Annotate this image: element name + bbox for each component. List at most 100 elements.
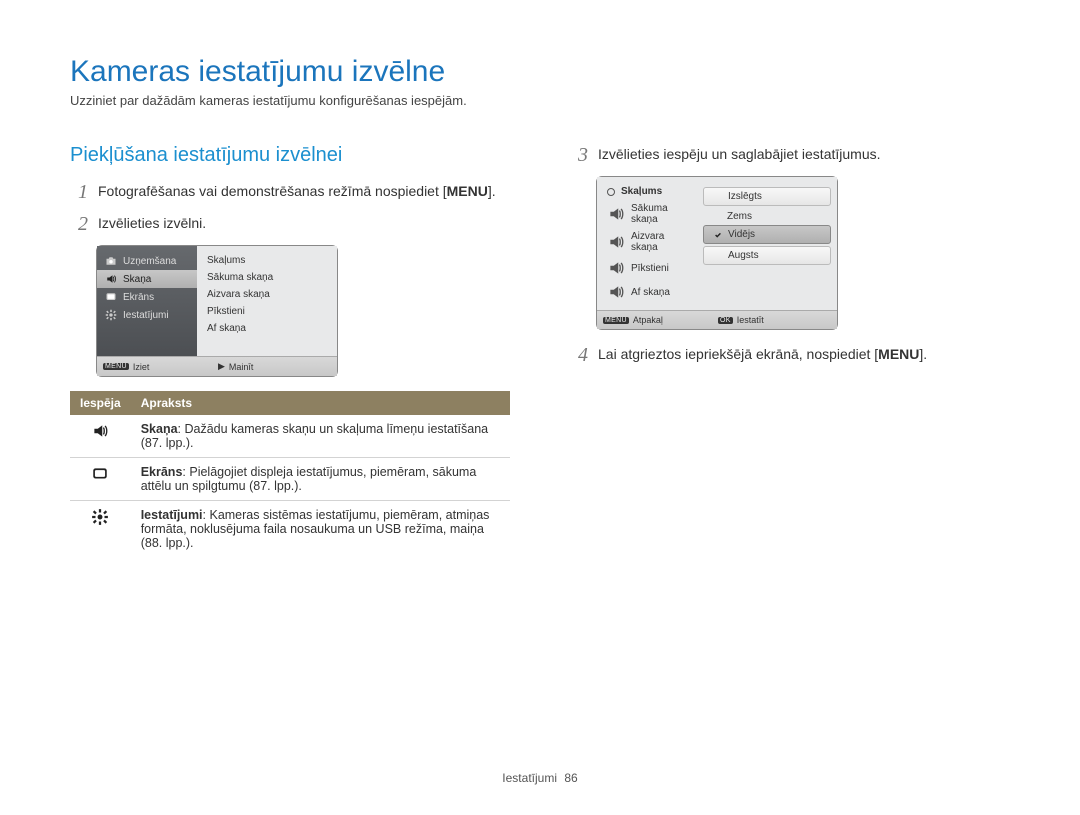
footer-page-number: 86 (564, 771, 577, 785)
table-row-desc: Iestatījumi: Kameras sistēmas iestatījum… (131, 501, 510, 558)
step-4: 4 Lai atgrieztos iepriekšējā ekrānā, nos… (570, 344, 1010, 366)
step-text: Lai atgrieztos iepriekšējā ekrānā, nospi… (598, 344, 1010, 364)
step-1-text-a: Fotografēšanas vai demonstrēšanas režīmā… (98, 183, 447, 199)
step-4-text-b: ]. (919, 346, 927, 362)
table-row-icon-cell (70, 458, 131, 501)
table-row-icon-cell (70, 501, 131, 558)
camera-right-label: Augsts (728, 250, 759, 261)
camera-right-label: Izslēgts (728, 191, 762, 202)
camera-left-item-selected: Skaņa (97, 270, 197, 288)
camera-left-item: Af skaņa (597, 280, 697, 304)
display-icon (91, 465, 109, 483)
camera-right-item: Izslēgts (703, 187, 831, 206)
sound-icon (607, 283, 625, 301)
camera-right-item: Aizvara skaņa (197, 286, 337, 303)
table-row-desc: Skaņa: Dažādu kameras skaņu un skaļuma l… (131, 415, 510, 458)
camera-right-item: Zems (703, 208, 831, 225)
camera-left-panel: Skaļums Sākuma skaņa Aizvara skaņa Pīkst… (597, 177, 697, 310)
table-row-desc: Ekrāns: Pielāgojiet displeja iestatījumu… (131, 458, 510, 501)
step-text: Izvēlieties izvēlni. (98, 213, 510, 233)
options-table-header-desc: Apraksts (131, 391, 510, 415)
sound-icon (607, 233, 625, 251)
camera-foot-ok-label: OK (718, 317, 733, 324)
camera-left-item: Aizvara skaņa (597, 228, 697, 256)
camera-right-panel: Izslēgts Zems Vidējs Augsts (697, 177, 837, 310)
camera-right-item: Augsts (703, 246, 831, 265)
page-footer: Iestatījumi 86 (0, 771, 1080, 785)
table-row-text: : Pielāgojiet displeja iestatījumus, pie… (141, 465, 477, 493)
camera-foot-exit: Iziet (133, 362, 150, 372)
camera-foot-menu-label: MENU (103, 363, 129, 370)
right-column: 3 Izvēlieties iespēju un saglabājiet ies… (570, 144, 1010, 557)
camera-left-label: Uzņemšana (123, 256, 176, 267)
step-text: Fotografēšanas vai demonstrēšanas režīmā… (98, 181, 510, 201)
camera-foot-back: Atpakaļ (633, 315, 663, 325)
step-4-text-a: Lai atgrieztos iepriekšējā ekrānā, nospi… (598, 346, 878, 362)
camera-right-item: Af skaņa (197, 320, 337, 337)
menu-button-label: MENU (878, 346, 919, 362)
table-row-title: Iestatījumi (141, 508, 203, 522)
check-icon (714, 231, 722, 239)
step-number: 4 (570, 344, 588, 366)
step-1-text-b: ]. (488, 183, 496, 199)
table-row: Ekrāns: Pielāgojiet displeja iestatījumu… (70, 458, 510, 501)
step-3: 3 Izvēlieties iespēju un saglabājiet ies… (570, 144, 1010, 166)
camera-left-label: Iestatījumi (123, 310, 169, 321)
table-row-title: Skaņa (141, 422, 178, 436)
camera-left-item: Pīkstieni (597, 256, 697, 280)
display-icon (105, 291, 117, 303)
play-icon: ▶ (218, 361, 225, 372)
camera-left-item: Uzņemšana (97, 252, 197, 270)
footer-section: Iestatījumi (502, 771, 557, 785)
radio-icon (607, 188, 615, 196)
camera-left-item: Iestatījumi (97, 306, 197, 324)
camera-right-item: Skaļums (197, 252, 337, 269)
empty-icon (713, 213, 721, 221)
section-heading: Piekļūšana iestatījumu izvēlnei (70, 144, 510, 167)
step-number: 1 (70, 181, 88, 203)
menu-button-label: MENU (447, 183, 488, 199)
table-row-title: Ekrāns (141, 465, 183, 479)
step-1: 1 Fotografēšanas vai demonstrēšanas režī… (70, 181, 510, 203)
empty-icon (714, 252, 722, 260)
sound-icon (607, 259, 625, 277)
empty-icon (714, 193, 722, 201)
page-title: Kameras iestatījumu izvēlne (70, 55, 1010, 89)
camera-menu-preview-1: Uzņemšana Skaņa Ekrāns Iestatījumi Skaļu… (96, 245, 338, 377)
sound-icon (91, 422, 109, 440)
camera-footer: MENU Atpakaļ OK Iestatīt (597, 310, 837, 329)
table-row-text: : Dažādu kameras skaņu un skaļuma līmeņu… (141, 422, 488, 450)
camera-left-header: Skaļums (597, 183, 697, 200)
camera-foot-set: Iestatīt (737, 315, 764, 325)
step-2: 2 Izvēlieties izvēlni. (70, 213, 510, 235)
camera-right-item-selected: Vidējs (703, 225, 831, 244)
gear-icon (91, 508, 109, 526)
camera-left-label: Pīkstieni (631, 263, 669, 274)
gear-icon (105, 309, 117, 321)
options-table-header-option: Iespēja (70, 391, 131, 415)
camera-left-panel: Uzņemšana Skaņa Ekrāns Iestatījumi (97, 246, 197, 356)
sound-icon (607, 205, 625, 223)
camera-left-label: Sākuma skaņa (631, 203, 687, 225)
page-subtitle: Uzziniet par dažādām kameras iestatījumu… (70, 93, 1010, 108)
step-text: Izvēlieties iespēju un saglabājiet iesta… (598, 144, 1010, 164)
camera-left-header-label: Skaļums (621, 186, 662, 197)
table-row-icon-cell (70, 415, 131, 458)
camera-footer: MENUIziet ▶Mainīt (97, 356, 337, 376)
camera-right-item: Sākuma skaņa (197, 269, 337, 286)
camera-left-label: Aizvara skaņa (631, 231, 687, 253)
camera-foot-menu-label: MENU (603, 317, 629, 324)
left-column: Piekļūšana iestatījumu izvēlnei 1 Fotogr… (70, 144, 510, 557)
camera-left-label: Ekrāns (123, 292, 154, 303)
sound-icon (105, 273, 117, 285)
camera-left-item: Ekrāns (97, 288, 197, 306)
table-row: Iestatījumi: Kameras sistēmas iestatījum… (70, 501, 510, 558)
camera-left-item: Sākuma skaņa (597, 200, 697, 228)
step-number: 2 (70, 213, 88, 235)
camera-right-label: Vidējs (728, 229, 755, 240)
camera-right-panel: Skaļums Sākuma skaņa Aizvara skaņa Pīkst… (197, 246, 337, 356)
camera-right-item: Pīkstieni (197, 303, 337, 320)
camera-right-label: Zems (727, 211, 752, 222)
camera-left-label: Af skaņa (631, 287, 670, 298)
camera-icon (105, 255, 117, 267)
